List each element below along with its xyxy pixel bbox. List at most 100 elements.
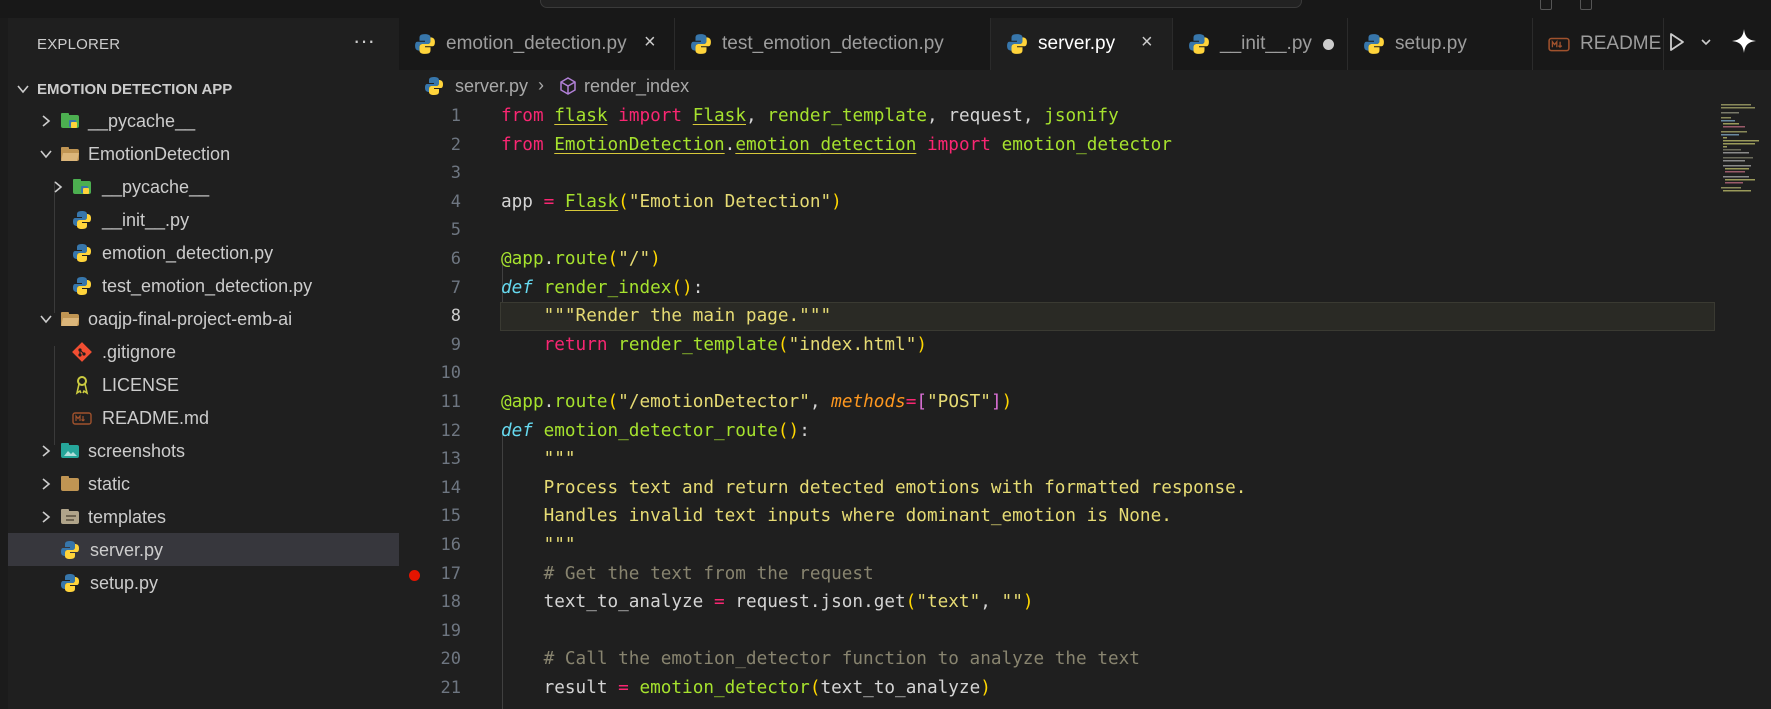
code-line[interactable]: 15 Handles invalid text inputs where dom… [399,502,1715,531]
tree-item-oaqjp-folder[interactable]: oaqjp-final-project-emb-ai [8,302,399,335]
code-line[interactable]: 3 [399,159,1715,188]
python-file-icon [425,77,443,95]
line-number: 17 [440,563,461,584]
code-text: """ [543,449,576,470]
git-icon [72,342,92,362]
code-line[interactable]: 20 # Call the emotion_detector function … [399,645,1715,674]
method-cube-icon [560,77,576,95]
code-line[interactable]: 19 [399,617,1715,646]
close-icon[interactable]: × [644,31,656,54]
code-line[interactable]: 2 from EmotionDetection.emotion_detectio… [399,131,1715,160]
chevron-down-icon[interactable] [1700,36,1712,48]
line-number: 13 [440,449,461,470]
tree-item-gitignore[interactable]: .gitignore [8,335,399,368]
folder-open-icon [61,312,79,326]
tree-item-label: .gitignore [102,342,177,362]
code-line[interactable]: 1 from flask import Flask, render_templa… [399,102,1715,131]
tree-item-label: setup.py [90,573,159,593]
templates-folder-icon [61,509,79,524]
tab-readme-md[interactable]: README.md [1533,18,1664,70]
code-line[interactable]: 18 text_to_analyze = request.json.get("t… [399,588,1715,617]
chevron-down-icon [40,150,52,159]
python-folder-icon [73,179,91,194]
tab-server-py[interactable]: server.py × [991,18,1173,70]
tree-item-label: screenshots [88,441,186,461]
line-number: 21 [440,678,461,698]
code-text: result = emotion_detector(text_to_analyz… [501,678,991,698]
tree-item-license[interactable]: LICENSE [8,368,399,401]
breadcrumb: server.py › render_index [399,70,1771,102]
code-text: # Get the text from the request [501,563,874,584]
code-line[interactable]: 7 def render_index(): [399,274,1715,303]
code-editor[interactable]: 1 from flask import Flask, render_templa… [399,102,1771,709]
python-file-icon [691,34,711,54]
code-line[interactable]: 5 [399,216,1715,245]
tree-item-emotiondetection[interactable]: EmotionDetection [8,137,399,170]
code-line[interactable]: 14 Process text and return detected emot… [399,474,1715,503]
code-line[interactable]: 8 """Render the main page.""" [399,302,1715,331]
code-line[interactable]: 17 # Get the text from the request [399,560,1715,589]
tab-test-emotion-detection-py[interactable]: test_emotion_detection.py [675,18,991,70]
tree-item-readme[interactable]: README.md [8,401,399,434]
tree-item-emotion-detection-py[interactable]: emotion_detection.py [8,236,399,269]
line-number: 1 [450,106,461,126]
chevron-right-icon [42,511,51,523]
code-text: return render_template("index.html") [543,334,928,355]
code-line[interactable]: 9 return render_template("index.html") [399,331,1715,360]
layout-icon[interactable] [1540,0,1552,10]
tree-item-pycache-nested[interactable]: __pycache__ [8,170,399,203]
tree-item-pycache[interactable]: __pycache__ [8,104,399,137]
workspace-root[interactable]: EMOTION DETECTION APP [8,73,399,105]
tree-item-label: EmotionDetection [88,144,231,164]
unsaved-dot-icon[interactable] [1323,39,1334,50]
code-line[interactable]: 21 result = emotion_detector(text_to_ana… [399,674,1715,703]
tree-item-init-py[interactable]: __init__.py [8,203,399,236]
breadcrumb-symbol[interactable]: render_index [584,76,689,97]
tree-item-label: __pycache__ [102,177,210,197]
code-line[interactable]: 6 @app.route("/") [399,245,1715,274]
line-number: 11 [440,392,461,412]
tab-label: server.py [1038,33,1116,54]
python-file-icon [61,541,79,559]
code-line[interactable]: 12 def emotion_detector_route(): [399,417,1715,446]
line-number: 18 [440,592,461,613]
command-center[interactable] [540,0,1302,8]
code-text: """ [543,535,576,555]
tree-item-server-py[interactable]: server.py [8,533,399,566]
python-file-icon [73,277,91,295]
code-line[interactable]: 4 app = Flask("Emotion Detection") [399,188,1715,217]
line-number: 6 [450,249,461,269]
tab-emotion-detection-py[interactable]: emotion_detection.py × [399,18,675,70]
explorer-sidebar: EXPLORER ··· EMOTION DETECTION APP __pyc… [8,18,399,709]
tab-setup-py[interactable]: setup.py [1348,18,1533,70]
tab-init-py[interactable]: __init__.py [1173,18,1348,70]
tree-item-setup-py[interactable]: setup.py [8,566,399,599]
tree-item-test-emotion-detection-py[interactable]: test_emotion_detection.py [8,269,399,302]
code-text: Handles invalid text inputs where domina… [501,506,1172,527]
more-actions-icon[interactable]: ··· [353,28,375,54]
tree-item-templates[interactable]: templates [8,500,399,533]
chevron-right-icon [54,181,63,193]
code-text: Process text and return detected emotion… [501,477,1247,498]
tree-item-label: server.py [90,540,164,560]
code-line[interactable]: 16 """ [399,531,1715,560]
code-line[interactable]: 13 """ [399,445,1715,474]
license-icon [75,376,89,395]
layout-icon[interactable] [1580,0,1592,10]
tree-item-label: LICENSE [102,375,180,395]
minimap[interactable] [1719,102,1771,222]
tree-item-static[interactable]: static [8,467,399,500]
run-icon[interactable] [1668,32,1686,52]
title-bar [0,0,1771,18]
code-line[interactable]: 10 [399,359,1715,388]
close-icon[interactable]: × [1141,31,1153,54]
code-line[interactable]: 11 @app.route("/emotionDetector", method… [399,388,1715,417]
python-file-icon [73,244,91,262]
images-folder-icon [61,443,79,458]
breadcrumb-separator: › [538,75,544,95]
tree-item-label: __pycache__ [88,111,196,131]
breadcrumb-file[interactable]: server.py [455,76,528,97]
chevron-right-icon [42,478,51,490]
sparkle-icon[interactable] [1731,28,1757,54]
tree-item-screenshots[interactable]: screenshots [8,434,399,467]
